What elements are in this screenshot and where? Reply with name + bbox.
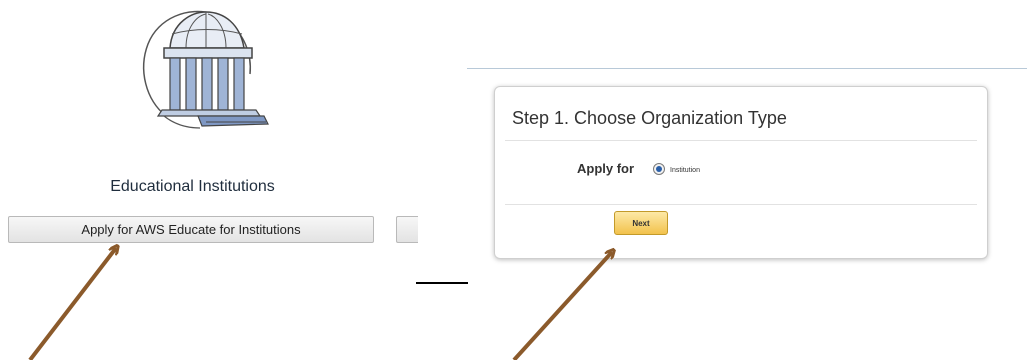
apply-institutions-button[interactable]: Apply for AWS Educate for Institutions xyxy=(8,216,374,243)
secondary-apply-button-partial[interactable] xyxy=(396,216,418,243)
header-divider xyxy=(467,68,1027,69)
next-button[interactable]: Next xyxy=(614,211,668,235)
institutions-card: Educational Institutions Apply for AWS E… xyxy=(0,0,470,360)
institutions-title: Educational Institutions xyxy=(110,178,275,195)
institution-building-icon xyxy=(142,10,269,129)
organization-type-panel: Step 1. Choose Organization Type Apply f… xyxy=(494,86,988,259)
divider-line xyxy=(416,282,468,284)
apply-for-label: Apply for xyxy=(577,161,635,176)
step-title: Step 1. Choose Organization Type xyxy=(512,108,787,128)
institution-radio[interactable] xyxy=(653,163,665,175)
arrow-icon xyxy=(512,252,612,360)
panel-divider-top xyxy=(505,140,977,141)
radio-selected-dot xyxy=(656,166,662,172)
institution-radio-label[interactable]: Institution xyxy=(670,167,700,174)
panel-divider-bottom xyxy=(505,204,977,205)
